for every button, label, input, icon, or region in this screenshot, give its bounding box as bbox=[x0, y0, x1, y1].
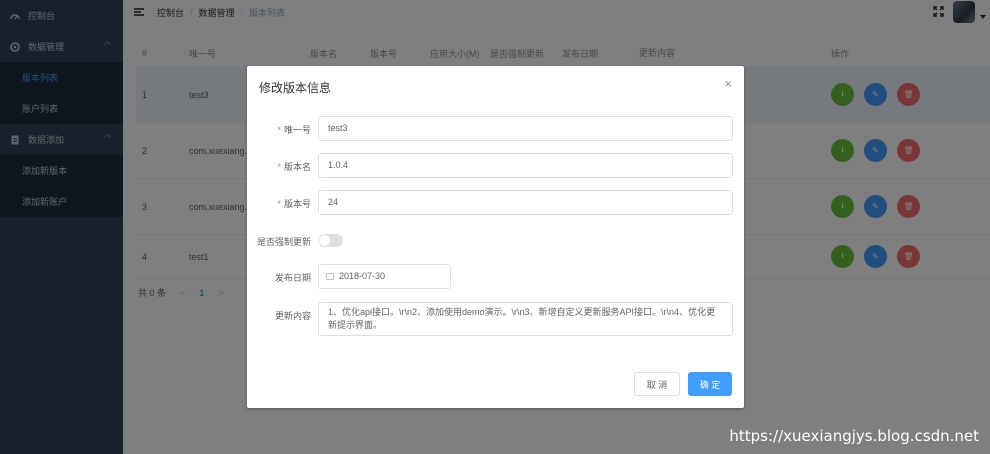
force-update-switch[interactable] bbox=[318, 234, 343, 247]
version-name-input[interactable]: 1.0.4 bbox=[318, 153, 733, 178]
watermark: https://xuexiangjys.blog.csdn.net bbox=[729, 427, 979, 445]
confirm-button[interactable]: 确 定 bbox=[688, 372, 732, 396]
uid-input[interactable]: test3 bbox=[318, 116, 733, 141]
close-icon[interactable]: × bbox=[724, 76, 732, 91]
form-label: * 版本名 bbox=[277, 162, 311, 172]
form-row-version-name: * 版本名 1.0.4 bbox=[247, 153, 744, 178]
form-row-content: 更新内容 1、优化api接口。\r\n2、添加使用demo演示。\r\n3、新增… bbox=[247, 302, 744, 336]
form-row-uid: * 唯一号 test3 bbox=[247, 116, 744, 141]
update-content-textarea[interactable]: 1、优化api接口。\r\n2、添加使用demo演示。\r\n3、新增自定义更新… bbox=[318, 302, 733, 336]
form-label: 更新内容 bbox=[274, 311, 311, 321]
edit-version-dialog: 修改版本信息 × * 唯一号 test3 * 版本名 1.0.4 * 版本号 24 是… bbox=[247, 66, 744, 408]
cancel-button[interactable]: 取 消 bbox=[634, 372, 680, 396]
form-label: * 版本号 bbox=[277, 199, 311, 209]
form-label: 发布日期 bbox=[274, 273, 311, 283]
version-code-input[interactable]: 24 bbox=[318, 190, 733, 215]
release-date-picker[interactable]: 2018-07-30 bbox=[318, 264, 451, 289]
form-label: * 唯一号 bbox=[277, 125, 311, 135]
release-date-value: 2018-07-30 bbox=[339, 271, 386, 281]
form-label: 是否强制更新 bbox=[256, 237, 311, 247]
calendar-icon bbox=[326, 273, 334, 280]
form-row-release-date: 发布日期 2018-07-30 bbox=[247, 264, 744, 289]
dialog-title: 修改版本信息 bbox=[259, 81, 332, 95]
form-row-version-code: * 版本号 24 bbox=[247, 190, 744, 215]
form-row-force-update: 是否强制更新 bbox=[247, 228, 744, 253]
